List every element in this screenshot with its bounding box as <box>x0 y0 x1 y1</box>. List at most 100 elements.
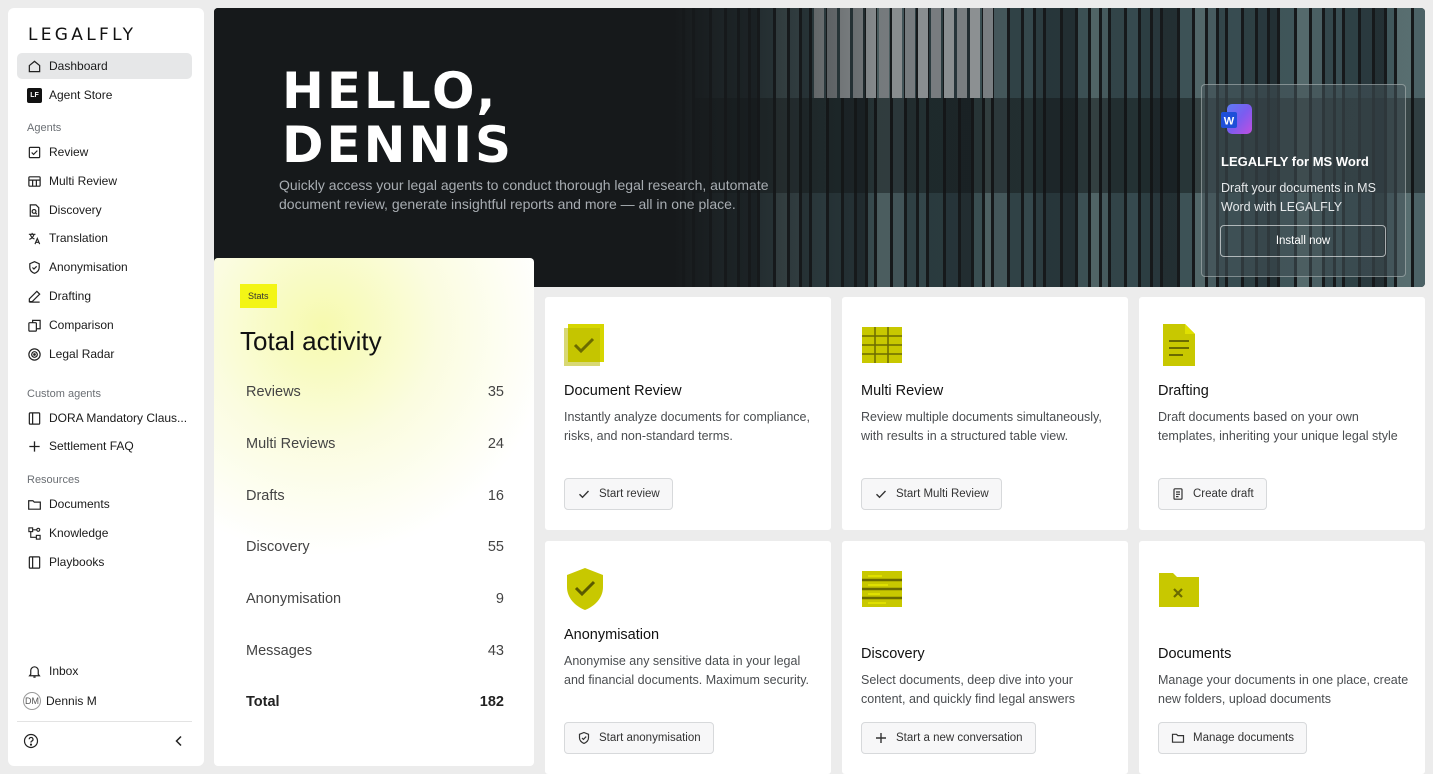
card-drafting[interactable]: Drafting Draft documents based on your o… <box>1139 297 1425 530</box>
sidebar-item-dora[interactable]: DORA Mandatory Claus... <box>17 405 192 431</box>
sidebar-item-comparison[interactable]: Comparison <box>17 312 192 338</box>
stat-row-discovery: Discovery 55 <box>246 539 504 555</box>
translate-icon <box>27 231 42 246</box>
card-document-review[interactable]: Document Review Instantly analyze docume… <box>545 297 831 530</box>
hero-banner: HELLO, DENNIS Quickly access your legal … <box>214 8 1425 287</box>
card-desc: Select documents, deep dive into your co… <box>861 673 1076 706</box>
radar-icon <box>27 347 42 362</box>
avatar: DM <box>23 692 41 710</box>
card-title: Multi Review <box>861 383 944 399</box>
sidebar-item-review[interactable]: Review <box>17 139 192 165</box>
document-search-icon <box>27 203 42 218</box>
sidebar-divider <box>17 721 192 722</box>
sidebar-user-profile[interactable]: DM Dennis M <box>17 688 192 714</box>
start-anonymisation-button[interactable]: Start anonymisation <box>564 722 714 754</box>
stat-row-anonymisation: Anonymisation 9 <box>246 591 504 607</box>
card-title: Documents <box>1158 646 1232 662</box>
sidebar-item-label: Comparison <box>49 318 114 332</box>
card-desc: Instantly analyze documents for complian… <box>564 410 810 443</box>
stats-title: Total activity <box>240 326 382 356</box>
start-multi-review-button[interactable]: Start Multi Review <box>861 478 1002 510</box>
bell-icon <box>27 664 42 679</box>
table-icon <box>27 174 42 189</box>
svg-text:W: W <box>1224 116 1235 128</box>
sidebar: LEGALFLY Dashboard LF Agent Store Agents… <box>8 8 204 766</box>
shield-check-icon <box>27 260 42 275</box>
start-new-conversation-button[interactable]: Start a new conversation <box>861 722 1036 754</box>
plus-icon <box>27 439 42 454</box>
start-review-button[interactable]: Start review <box>564 478 673 510</box>
install-now-button[interactable]: Install now <box>1220 225 1386 257</box>
stat-value: 24 <box>487 436 504 452</box>
stat-value: 55 <box>487 539 504 555</box>
sidebar-item-label: Playbooks <box>49 555 105 569</box>
plus-icon <box>876 733 886 743</box>
sidebar-item-label: Anonymisation <box>49 260 128 274</box>
sidebar-item-inbox[interactable]: Inbox <box>17 658 192 684</box>
lf-badge-icon: LF <box>27 87 42 103</box>
legalfly-logo[interactable]: LEGALFLY <box>28 25 136 45</box>
check-icon <box>579 490 590 499</box>
ms-word-promo-desc: Draft your documents in MS Word with LEG… <box>1221 181 1376 214</box>
card-title: Anonymisation <box>564 627 660 643</box>
sidebar-item-agent-store[interactable]: LF Agent Store <box>17 82 192 108</box>
book-icon <box>27 555 42 570</box>
sidebar-item-translation[interactable]: Translation <box>17 225 192 251</box>
stat-row-total: Total 182 <box>246 694 504 710</box>
multi-review-icon <box>858 321 906 369</box>
stats-badge: Stats <box>240 284 277 308</box>
section-label-resources: Resources <box>27 474 80 486</box>
stats-panel: Stats Total activity Reviews 35 Multi Rev… <box>214 258 534 766</box>
sidebar-item-label: Translation <box>49 231 108 245</box>
manage-documents-button[interactable]: Manage documents <box>1158 722 1308 754</box>
sidebar-item-dashboard[interactable]: Dashboard <box>17 53 192 79</box>
stat-value: 43 <box>487 643 504 659</box>
collapse-sidebar-icon[interactable] <box>171 733 187 749</box>
user-name: Dennis M <box>46 694 97 708</box>
home-icon <box>27 59 42 74</box>
anonymisation-icon <box>561 565 609 613</box>
ms-word-promo-title: LEGALFLY for MS Word <box>1221 154 1369 169</box>
sidebar-item-label: Review <box>49 145 89 159</box>
sidebar-item-playbooks[interactable]: Playbooks <box>17 549 192 575</box>
card-title: Discovery <box>861 646 925 662</box>
review-check-icon <box>27 145 42 160</box>
sidebar-item-multi-review[interactable]: Multi Review <box>17 168 192 194</box>
sidebar-item-legal-radar[interactable]: Legal Radar <box>17 341 192 367</box>
folder-icon <box>1171 733 1185 743</box>
sidebar-item-discovery[interactable]: Discovery <box>17 197 192 223</box>
sidebar-item-settlement-faq[interactable]: Settlement FAQ <box>17 433 192 459</box>
stat-value: 35 <box>487 384 504 400</box>
sidebar-item-label: Discovery <box>49 203 102 217</box>
sidebar-item-label: Documents <box>49 497 110 511</box>
sidebar-item-label: Drafting <box>49 289 92 303</box>
stat-row-drafts: Drafts 16 <box>246 488 504 504</box>
create-draft-button[interactable]: Create draft <box>1158 478 1267 510</box>
sidebar-item-documents[interactable]: Documents <box>17 491 192 517</box>
sidebar-item-drafting[interactable]: Drafting <box>17 283 192 309</box>
ms-word-icon: W <box>1221 103 1253 135</box>
card-documents[interactable]: Documents Manage your documents in one p… <box>1139 541 1425 774</box>
hero-greeting-line1: HELLO, <box>282 62 499 120</box>
card-discovery[interactable]: Discovery Select documents, deep dive in… <box>842 541 1128 774</box>
card-multi-review[interactable]: Multi Review Review multiple documents s… <box>842 297 1128 530</box>
stat-label: Messages <box>246 643 313 659</box>
help-icon[interactable] <box>23 733 39 749</box>
card-anonymisation[interactable]: Anonymisation Anonymise any sensitive da… <box>545 541 831 774</box>
document-review-icon <box>561 321 609 369</box>
hero-greeting: HELLO, DENNIS <box>282 64 514 172</box>
document-icon <box>1173 488 1183 500</box>
sidebar-item-label: DORA Mandatory Claus... <box>49 411 188 425</box>
knowledge-icon <box>27 526 42 541</box>
card-title: Drafting <box>1158 383 1209 399</box>
shield-icon <box>578 731 590 745</box>
sidebar-item-label: Inbox <box>49 664 79 678</box>
sidebar-item-anonymisation[interactable]: Anonymisation <box>17 254 192 280</box>
card-desc: Manage your documents in one place, crea… <box>1158 673 1409 706</box>
card-title: Document Review <box>564 383 682 399</box>
stat-label: Anonymisation <box>246 591 342 607</box>
stat-label: Drafts <box>246 488 285 504</box>
sidebar-item-label: Legal Radar <box>49 347 115 361</box>
sidebar-item-knowledge[interactable]: Knowledge <box>17 520 192 546</box>
pencil-icon <box>27 289 42 304</box>
